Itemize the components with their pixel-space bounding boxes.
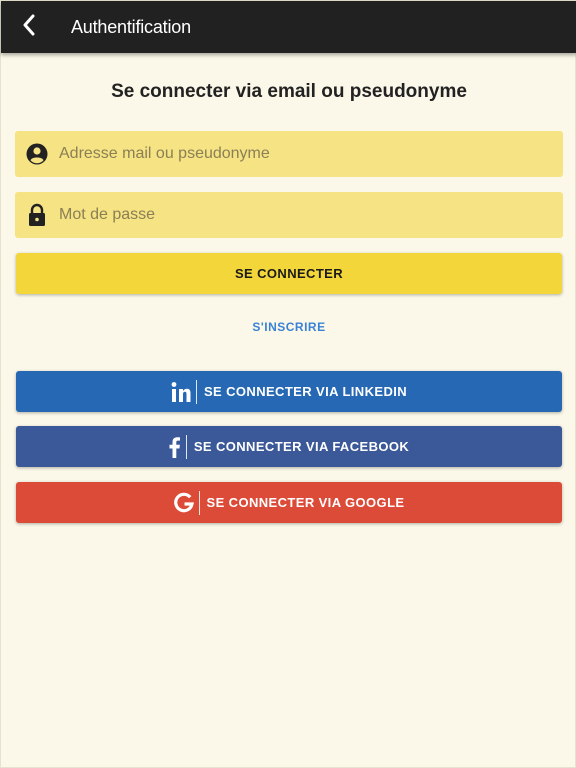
facebook-login-button[interactable]: SE CONNECTER VIA FACEBOOK xyxy=(16,426,562,467)
auth-screen: Authentification Se connecter via email … xyxy=(0,0,576,768)
back-button[interactable] xyxy=(1,1,57,53)
account-circle-icon xyxy=(15,131,59,177)
identifier-input[interactable] xyxy=(59,145,539,163)
google-login-button[interactable]: SE CONNECTER VIA GOOGLE xyxy=(16,482,562,523)
facebook-login-label: SE CONNECTER VIA FACEBOOK xyxy=(193,439,410,454)
password-input[interactable] xyxy=(59,206,539,224)
signup-link[interactable]: S'INSCRIRE xyxy=(1,320,576,334)
login-heading: Se connecter via email ou pseudonyme xyxy=(111,81,467,102)
login-button-label: SE CONNECTER xyxy=(234,266,344,281)
divider xyxy=(185,434,187,459)
google-icon xyxy=(173,491,194,515)
linkedin-login-button[interactable]: SE CONNECTER VIA LINKEDIN xyxy=(16,371,562,412)
app-bar: Authentification xyxy=(1,1,576,53)
page-title: Authentification xyxy=(71,16,191,37)
login-button[interactable]: SE CONNECTER xyxy=(16,253,562,294)
chevron-left-icon xyxy=(21,14,37,41)
linkedin-icon xyxy=(171,380,191,404)
divider xyxy=(198,490,200,515)
linkedin-login-label: SE CONNECTER VIA LINKEDIN xyxy=(203,384,408,399)
facebook-icon xyxy=(169,435,181,459)
password-field[interactable] xyxy=(15,192,563,238)
google-login-label: SE CONNECTER VIA GOOGLE xyxy=(206,495,405,510)
lock-icon xyxy=(15,192,59,238)
divider xyxy=(195,379,197,404)
identifier-field[interactable] xyxy=(15,131,563,177)
